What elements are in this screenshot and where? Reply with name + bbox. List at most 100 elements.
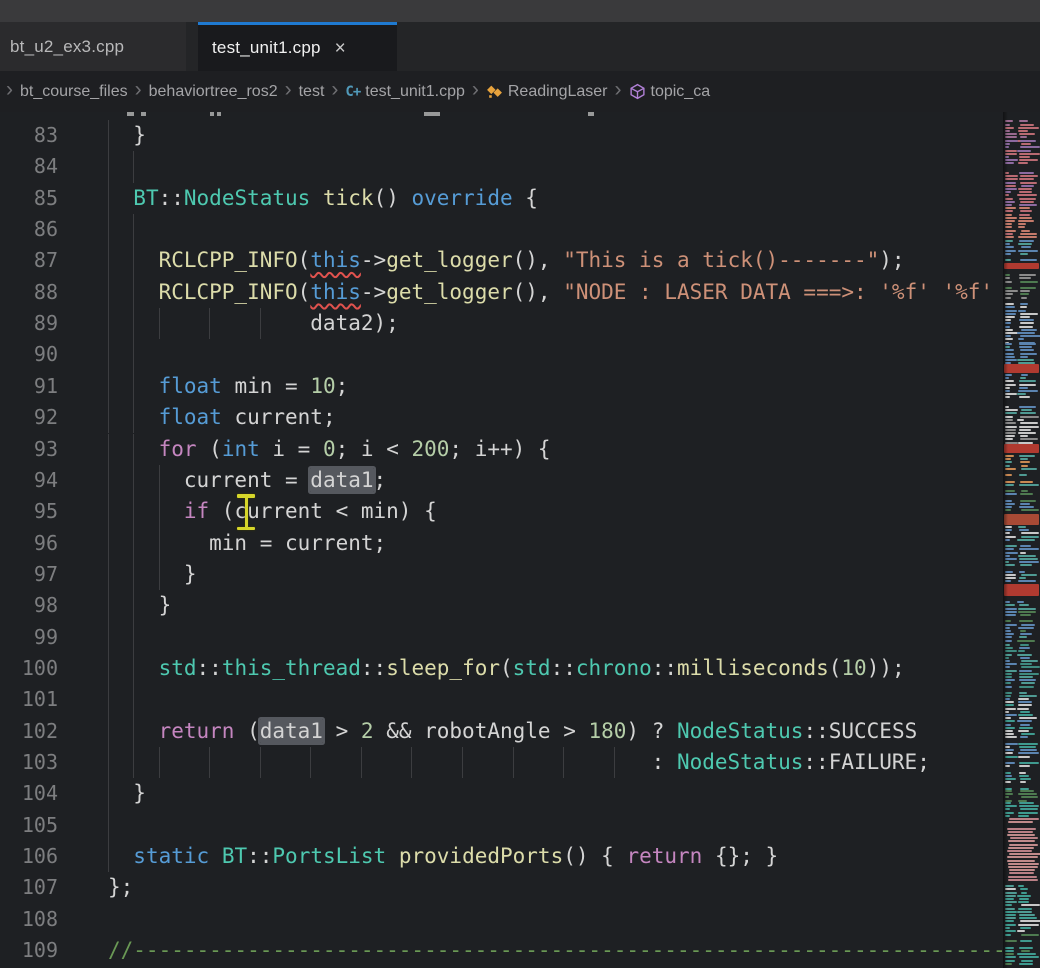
code-line-94[interactable]: 94 current = data1; bbox=[0, 465, 1003, 497]
minimap-row bbox=[1005, 686, 1012, 688]
line-number[interactable]: 93 bbox=[0, 434, 58, 465]
breadcrumb-item-test_unit1.cpp[interactable]: test_unit1.cpp bbox=[365, 83, 465, 101]
code-line-91[interactable]: 91 float min = 10; bbox=[0, 371, 1003, 403]
line-number[interactable]: 91 bbox=[0, 371, 58, 402]
line-number[interactable]: 106 bbox=[0, 841, 58, 872]
minimap-row bbox=[1018, 611, 1035, 613]
line-number[interactable]: 107 bbox=[0, 872, 58, 903]
code-line-101[interactable]: 101 bbox=[0, 684, 1003, 716]
minimap-row bbox=[1018, 250, 1038, 252]
code-line-100[interactable]: 100 std::this_thread::sleep_for(std::chr… bbox=[0, 653, 1003, 685]
line-number[interactable]: 97 bbox=[0, 559, 58, 590]
minimap[interactable] bbox=[1003, 112, 1040, 968]
code-line-83[interactable]: 83 } bbox=[0, 120, 1003, 152]
code-line-92[interactable]: 92 float current; bbox=[0, 402, 1003, 434]
code-line-86[interactable]: 86 bbox=[0, 214, 1003, 246]
minimap-row bbox=[1005, 233, 1013, 235]
tab-bt-u2-ex3[interactable]: bt_u2_ex3.cpp bbox=[0, 22, 186, 71]
line-number[interactable]: 109 bbox=[0, 935, 58, 966]
minimap-row bbox=[1005, 614, 1016, 616]
line-number[interactable]: 105 bbox=[0, 810, 58, 841]
code-editor[interactable]: 83 }8485 BT::NodeStatus tick() override … bbox=[0, 112, 1003, 968]
minimap-row bbox=[1019, 947, 1033, 949]
minimap-row bbox=[1005, 624, 1017, 626]
code-line-93[interactable]: 93 for (int i = 0; i < 200; i++) { bbox=[0, 434, 1003, 466]
minimap-row bbox=[1004, 263, 1039, 269]
breadcrumb-item-bt_course_files[interactable]: bt_course_files bbox=[20, 83, 128, 101]
line-number[interactable]: 100 bbox=[0, 653, 58, 684]
minimap-row bbox=[1005, 359, 1017, 361]
minimap-row bbox=[1020, 940, 1033, 942]
minimap-row bbox=[1005, 274, 1010, 276]
code-line-103[interactable]: 103 : NodeStatus::FAILURE; bbox=[0, 747, 1003, 779]
code-line-105[interactable]: 105 bbox=[0, 810, 1003, 842]
minimap-row bbox=[1018, 580, 1036, 582]
indent-guide bbox=[133, 684, 134, 715]
code-line-102[interactable]: 102 return (data1 > 2 && robotAngle > 18… bbox=[0, 716, 1003, 748]
minimap-row bbox=[1005, 611, 1017, 613]
line-number[interactable]: 108 bbox=[0, 904, 58, 935]
minimap-row bbox=[1005, 353, 1014, 355]
breadcrumb-item-topic_ca[interactable]: topic_ca bbox=[651, 83, 711, 101]
minimap-row bbox=[1019, 204, 1037, 206]
line-number[interactable]: 95 bbox=[0, 496, 58, 527]
code-line-90[interactable]: 90 bbox=[0, 339, 1003, 371]
minimap-row bbox=[1019, 240, 1033, 242]
line-number[interactable]: 90 bbox=[0, 339, 58, 370]
minimap-row bbox=[1005, 509, 1011, 511]
line-number[interactable]: 104 bbox=[0, 778, 58, 809]
line-number[interactable]: 87 bbox=[0, 245, 58, 276]
line-number[interactable]: 92 bbox=[0, 402, 58, 433]
code-line-85[interactable]: 85 BT::NodeStatus tick() override { bbox=[0, 183, 1003, 215]
line-number[interactable]: 99 bbox=[0, 622, 58, 653]
minimap-row bbox=[1005, 329, 1013, 331]
code-line-104[interactable]: 104 } bbox=[0, 778, 1003, 810]
code-line-108[interactable]: 108 bbox=[0, 904, 1003, 936]
line-number[interactable]: 102 bbox=[0, 716, 58, 747]
breadcrumb-item-ReadingLaser[interactable]: ReadingLaser bbox=[508, 83, 608, 101]
code-line-106[interactable]: 106 static BT::PortsList providedPorts()… bbox=[0, 841, 1003, 873]
minimap-row bbox=[1019, 380, 1037, 382]
line-number[interactable]: 83 bbox=[0, 120, 58, 151]
line-number[interactable]: 96 bbox=[0, 528, 58, 559]
close-icon[interactable]: × bbox=[335, 39, 346, 58]
breadcrumb-item-test[interactable]: test bbox=[299, 83, 325, 101]
breadcrumb-item-behaviortree_ros2[interactable]: behaviortree_ros2 bbox=[149, 83, 278, 101]
code-line-88[interactable]: 88 RCLCPP_INFO(this->get_logger(), "NODE… bbox=[0, 277, 1003, 309]
minimap-row bbox=[1005, 419, 1013, 421]
minimap-row bbox=[1017, 601, 1024, 603]
line-number[interactable]: 86 bbox=[0, 214, 58, 245]
minimap-row bbox=[1020, 438, 1038, 440]
minimap-row bbox=[1020, 136, 1027, 138]
line-number[interactable]: 85 bbox=[0, 183, 58, 214]
line-number[interactable]: 101 bbox=[0, 684, 58, 715]
minimap-row bbox=[1019, 426, 1039, 428]
minimap-row bbox=[1009, 844, 1039, 846]
line-number[interactable]: 103 bbox=[0, 747, 58, 778]
minimap-row bbox=[1005, 532, 1010, 534]
indent-guide bbox=[108, 214, 109, 245]
minimap-row bbox=[1019, 396, 1031, 398]
line-number[interactable]: 84 bbox=[0, 151, 58, 182]
code-line-95[interactable]: 95 if (current < min) { bbox=[0, 496, 1003, 528]
code-line-97[interactable]: 97 } bbox=[0, 559, 1003, 591]
minimap-row bbox=[1005, 679, 1015, 681]
minimap-row bbox=[1005, 343, 1012, 345]
minimap-row bbox=[1005, 564, 1015, 566]
line-number[interactable]: 94 bbox=[0, 465, 58, 496]
code-line-96[interactable]: 96 min = current; bbox=[0, 528, 1003, 560]
line-number[interactable]: 98 bbox=[0, 590, 58, 621]
line-number[interactable]: 88 bbox=[0, 277, 58, 308]
code-line-89[interactable]: 89 data2); bbox=[0, 308, 1003, 340]
code-line-98[interactable]: 98 } bbox=[0, 590, 1003, 622]
code-line-109[interactable]: 109//-----------------------------------… bbox=[0, 935, 1003, 967]
minimap-row bbox=[1018, 714, 1033, 716]
code-line-99[interactable]: 99 bbox=[0, 622, 1003, 654]
minimap-row bbox=[1019, 429, 1031, 431]
code-line-84[interactable]: 84 bbox=[0, 151, 1003, 183]
code-line-107[interactable]: 107}; bbox=[0, 872, 1003, 904]
line-number[interactable]: 89 bbox=[0, 308, 58, 339]
code-line-87[interactable]: 87 RCLCPP_INFO(this->get_logger(), "This… bbox=[0, 245, 1003, 277]
minimap-row bbox=[1018, 924, 1039, 926]
tab-test-unit1[interactable]: test_unit1.cpp × bbox=[198, 22, 397, 71]
